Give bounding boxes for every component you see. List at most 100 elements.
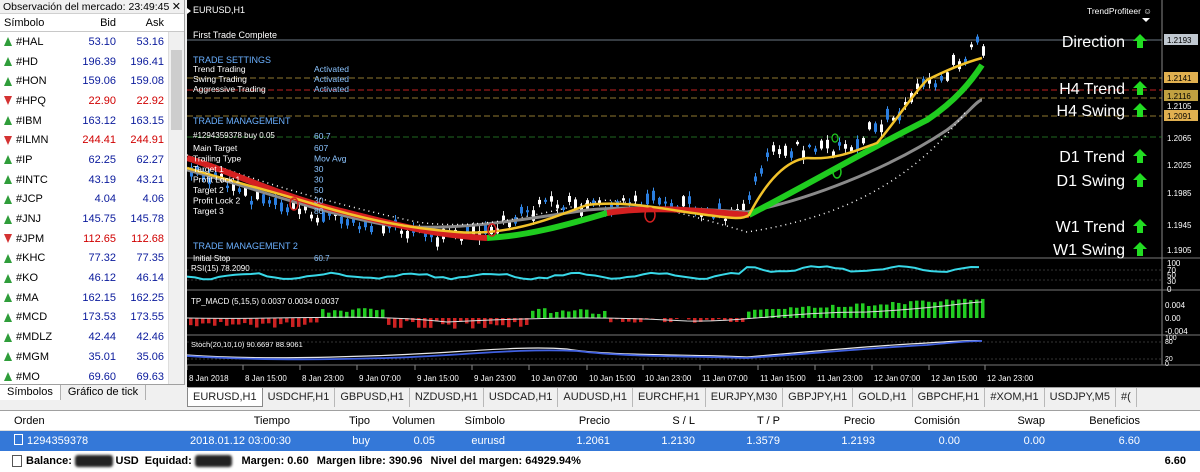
market-watch-row[interactable]: #JPM 112.65 112.68 [0, 229, 184, 249]
symbol-name: #JPM [16, 232, 45, 245]
candle-body [406, 230, 409, 239]
market-watch-row[interactable]: #IBM 163.12 163.15 [0, 111, 184, 131]
symbol-name: #HON [16, 75, 47, 88]
col-ask[interactable]: Ask [120, 14, 167, 31]
macd-bar [945, 299, 949, 318]
chart-tab[interactable]: AUDUSD,H1 [558, 388, 633, 407]
chart-tab[interactable]: EURUSD,H1 [187, 388, 263, 407]
macd-bar [903, 304, 907, 318]
col-tp[interactable]: T / P [695, 411, 780, 430]
macd-bar [807, 306, 811, 318]
market-watch-row[interactable]: #KO 46.12 46.14 [0, 268, 184, 288]
market-watch-row[interactable]: #JCP 4.04 4.06 [0, 190, 184, 210]
market-watch-row[interactable]: #MO 69.60 69.63 [0, 367, 184, 385]
candle-body [346, 219, 349, 226]
macd-bar [939, 301, 943, 318]
setting-value: Activated [314, 84, 349, 94]
market-watch-row[interactable]: #IP 62.25 62.27 [0, 150, 184, 170]
market-watch-tabs: Símbolos Gráfico de tick [0, 384, 185, 400]
market-watch-row[interactable]: #JNJ 145.75 145.78 [0, 209, 184, 229]
candle-body [808, 144, 811, 148]
chart-tab[interactable]: GBPJPY,H1 [783, 388, 854, 407]
col-sl[interactable]: S / L [610, 411, 695, 430]
market-watch-row[interactable]: #HAL 53.10 53.16 [0, 32, 184, 52]
candle-body [358, 226, 361, 230]
col-current-price[interactable]: Precio [780, 411, 875, 430]
close-icon[interactable]: ✕ [172, 0, 181, 14]
setting-label: Trend Trading [193, 64, 246, 74]
chart-tab[interactable]: NZDUSD,H1 [410, 388, 484, 407]
col-type[interactable]: Tipo [290, 411, 370, 430]
tab-symbols[interactable]: Símbolos [0, 385, 61, 400]
col-symbol[interactable]: Símbolo [435, 411, 505, 430]
candle-body [622, 198, 625, 201]
market-watch-row[interactable]: #HPQ 22.90 22.92 [0, 91, 184, 111]
market-watch-row[interactable]: #ILMN 244.41 244.91 [0, 130, 184, 150]
macd-bar [795, 307, 799, 318]
macd-bar [585, 309, 589, 318]
candle-body [568, 196, 571, 202]
time-axis-label: 12 Jan 07:00 [874, 374, 921, 383]
macd-bar [447, 318, 451, 325]
market-watch-row[interactable]: #HD 196.39 196.41 [0, 52, 184, 72]
macd-bar [291, 318, 295, 328]
eurusd-chart[interactable]: EURUSD,H1First Trade CompleteTRADE SETTI… [187, 0, 1200, 387]
bid-cell: 196.39 [82, 55, 116, 68]
chart-tab[interactable]: GBPCHF,H1 [913, 388, 986, 407]
management-value: Mov Avg [314, 154, 347, 164]
macd-bar [963, 298, 967, 318]
terminal-header: Orden Tiempo Tipo Volumen Símbolo Precio… [0, 411, 1200, 431]
candle-body [502, 215, 505, 221]
market-watch-row[interactable]: #MGM 35.01 35.06 [0, 347, 184, 367]
chart-tab[interactable]: USDJPY,M5 [1045, 388, 1116, 407]
symbol-cell: #ILMN [0, 134, 70, 146]
ask-cell: 69.63 [136, 370, 164, 383]
time-axis-label: 12 Jan 23:00 [987, 374, 1034, 383]
market-watch-scrollbar[interactable] [168, 32, 184, 385]
market-watch-row[interactable]: #KHC 77.32 77.35 [0, 249, 184, 269]
chart-tab[interactable]: USDCAD,H1 [484, 388, 559, 407]
macd-bar [597, 313, 601, 318]
market-watch-row[interactable]: #MCD 173.53 173.55 [0, 308, 184, 328]
management-label: Main Target [193, 143, 238, 153]
candle-body [526, 210, 529, 213]
col-price[interactable]: Precio [505, 411, 610, 430]
order-icon [14, 434, 23, 445]
market-watch-row[interactable]: #MDLZ 42.44 42.46 [0, 327, 184, 347]
scrollbar-thumb[interactable] [171, 50, 182, 130]
tab-tick-chart[interactable]: Gráfico de tick [61, 385, 147, 400]
candle-body [226, 185, 229, 189]
col-profit[interactable]: Beneficios [1045, 411, 1140, 430]
market-watch-row[interactable]: #INTC 43.19 43.21 [0, 170, 184, 190]
candle-body [742, 203, 745, 211]
arrow-up-icon [4, 214, 13, 224]
chart-tab[interactable]: #XOM,H1 [985, 388, 1045, 407]
time-axis-label: 11 Jan 23:00 [817, 374, 863, 383]
chart-tab[interactable]: USDCHF,H1 [263, 388, 336, 407]
symbol-name: #MA [16, 291, 39, 304]
col-volume[interactable]: Volumen [370, 411, 435, 430]
candle-body [838, 142, 841, 146]
col-time[interactable]: Tiempo [190, 411, 290, 430]
time-axis-label: 9 Jan 07:00 [359, 374, 401, 383]
col-commission[interactable]: Comisión [875, 411, 960, 430]
macd-bar [927, 301, 931, 318]
candle-body [370, 226, 373, 233]
market-watch-row[interactable]: #MA 162.15 162.25 [0, 288, 184, 308]
order-row[interactable]: 1294359378 2018.01.12 03:00:30 buy 0.05 … [0, 431, 1200, 451]
symbol-cell: #HAL [0, 36, 70, 48]
market-watch-row[interactable]: #HON 159.06 159.08 [0, 71, 184, 91]
chart-tab[interactable]: #( [1116, 388, 1137, 407]
macd-bar [393, 318, 397, 328]
macd-bar [567, 311, 571, 318]
chart-tab[interactable]: EURJPY,M30 [706, 388, 784, 407]
chart-area[interactable]: EURUSD,H1 First Trade Complete TRADE SETTI… [187, 0, 1200, 387]
col-symbol[interactable]: Símbolo [0, 14, 70, 31]
col-swap[interactable]: Swap [960, 411, 1045, 430]
chart-tab[interactable]: GBPUSD,H1 [335, 388, 410, 407]
bid-cell: 42.44 [88, 331, 116, 344]
chart-tab[interactable]: EURCHF,H1 [633, 388, 706, 407]
col-order[interactable]: Orden [0, 411, 190, 430]
chart-tab[interactable]: GOLD,H1 [853, 388, 913, 407]
col-bid[interactable]: Bid [70, 14, 120, 31]
